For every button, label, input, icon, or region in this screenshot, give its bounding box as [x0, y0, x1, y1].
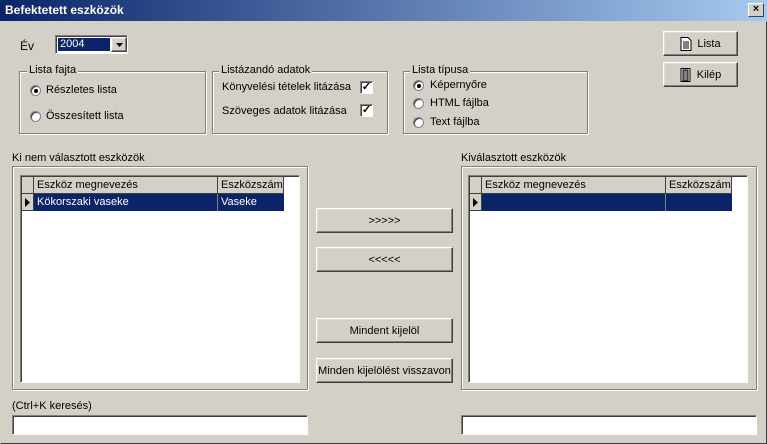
- list-kind-legend: Lista fajta: [27, 64, 79, 76]
- remove-selected-button[interactable]: <<<<<: [316, 247, 453, 272]
- radio-kepernyore[interactable]: [413, 80, 424, 91]
- radio-html-label[interactable]: HTML fájlba: [430, 97, 489, 109]
- left-grid[interactable]: Eszköz megnevezés Eszközszám Kökorszaki …: [20, 175, 300, 383]
- year-label: Év: [20, 39, 35, 53]
- right-row-indicator: [470, 194, 482, 211]
- left-row-indicator: [22, 194, 34, 211]
- left-panel-title: Ki nem választott eszközök: [12, 152, 145, 164]
- checkbox-szoveges[interactable]: ✓: [360, 104, 373, 117]
- radio-reszletes-label[interactable]: Részletes lista: [46, 84, 117, 96]
- right-row-name[interactable]: [482, 194, 666, 211]
- right-row-number[interactable]: [666, 194, 732, 211]
- left-row-name[interactable]: Kökorszaki vaseke: [34, 194, 218, 211]
- row-pointer-icon: [473, 198, 478, 207]
- chevron-down-icon: [115, 42, 123, 47]
- left-search-input[interactable]: [12, 415, 308, 435]
- exit-door-icon: [680, 67, 691, 82]
- listed-data-legend: Listázandó adatok: [219, 64, 313, 76]
- list-kind-group: [19, 71, 206, 134]
- radio-text[interactable]: [413, 117, 424, 128]
- left-grid-corner: [22, 177, 34, 194]
- radio-text-label[interactable]: Text fájlba: [430, 116, 480, 128]
- close-button[interactable]: ×: [748, 3, 764, 17]
- left-col-name-header[interactable]: Eszköz megnevezés: [34, 177, 218, 194]
- radio-kepernyore-label[interactable]: Képernyőre: [430, 79, 487, 91]
- year-value: 2004: [58, 38, 110, 51]
- year-dropdown-button[interactable]: [111, 37, 127, 52]
- radio-osszesitett[interactable]: [30, 111, 41, 122]
- kilep-button[interactable]: Kilép: [663, 62, 738, 87]
- right-col-name-header[interactable]: Eszköz megnevezés: [482, 177, 666, 194]
- right-panel-title: Kiválasztott eszközök: [461, 152, 567, 164]
- window-title: Befektetett eszközök: [5, 3, 124, 17]
- add-selected-button[interactable]: >>>>>: [316, 208, 453, 233]
- right-col-number-header[interactable]: Eszközszám: [666, 177, 732, 194]
- search-label: (Ctrl+K keresés): [12, 400, 92, 412]
- checkbox-konyvelesi[interactable]: ✓: [360, 81, 373, 94]
- clear-selection-button[interactable]: Minden kijelölést visszavon: [316, 358, 453, 383]
- output-type-legend: Lista típusa: [410, 64, 471, 76]
- checkbox-konyvelesi-label[interactable]: Könyvelési tételek litázása: [222, 81, 351, 93]
- left-row-number[interactable]: Vaseke: [218, 194, 284, 211]
- title-bar: Befektetett eszközök ×: [0, 0, 767, 21]
- document-icon: [680, 36, 692, 51]
- year-select[interactable]: 2004: [55, 35, 128, 54]
- radio-reszletes[interactable]: [30, 85, 41, 96]
- row-pointer-icon: [25, 198, 30, 207]
- left-col-number-header[interactable]: Eszközszám: [218, 177, 284, 194]
- lista-button[interactable]: Lista: [663, 31, 738, 56]
- checkbox-szoveges-label[interactable]: Szöveges adatok litázása: [222, 105, 347, 117]
- radio-html[interactable]: [413, 98, 424, 109]
- right-grid-corner: [470, 177, 482, 194]
- right-search-input[interactable]: [461, 415, 757, 435]
- select-all-button[interactable]: Mindent kijelöl: [316, 318, 453, 343]
- right-grid[interactable]: Eszköz megnevezés Eszközszám: [468, 175, 748, 383]
- lista-button-label: Lista: [697, 37, 721, 50]
- kilep-button-label: Kilép: [696, 68, 722, 81]
- radio-osszesitett-label[interactable]: Összesített lista: [46, 110, 124, 122]
